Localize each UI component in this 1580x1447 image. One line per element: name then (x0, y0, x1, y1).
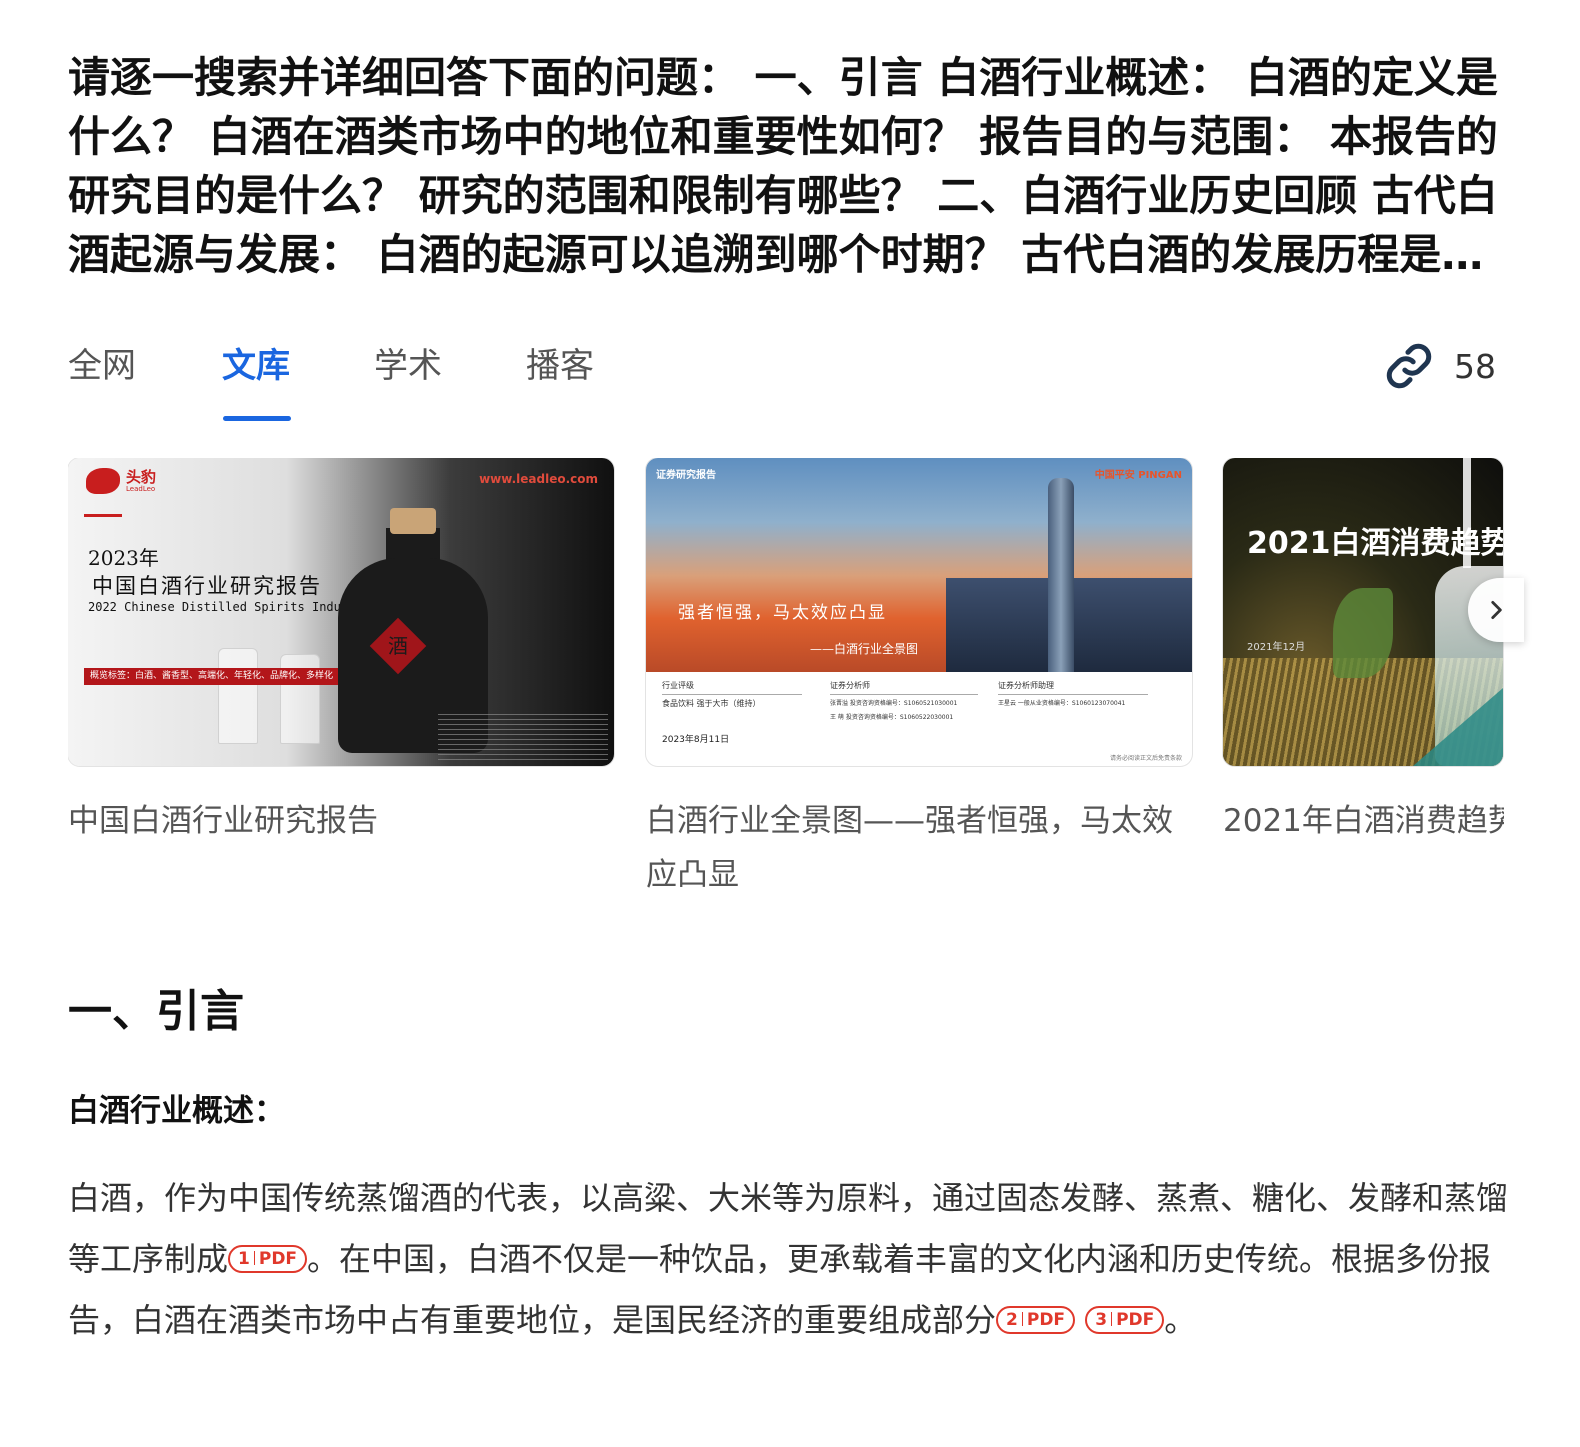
glass-icon (218, 648, 258, 744)
leopard-icon (86, 468, 120, 494)
rating-label: 行业评级 (662, 681, 694, 690)
paragraph-text: 。 (1164, 1301, 1197, 1339)
doc-card-title[interactable]: 中国白酒行业研究报告 (68, 794, 614, 848)
chevron-right-icon (1491, 601, 1502, 619)
tab-library[interactable]: 文库 (222, 340, 290, 392)
thumb-slogan: 强者恒强，马太效应凸显 (678, 603, 887, 623)
thumb-tags: 概览标签：白酒、酱香型、高端化、年轻化、品牌化、多样化 (84, 668, 380, 685)
rating-value: 食品饮料 强于大市（维持） (662, 699, 761, 708)
result-tabs: 全网 文库 学术 播客 58 (68, 340, 1508, 424)
citation-separator (1111, 1312, 1113, 1326)
citation-badge-1[interactable]: 1 PDF (228, 1245, 308, 1273)
logo-text: 头豹 (126, 467, 157, 486)
citation-label: PDF (1026, 1310, 1066, 1330)
divider (662, 694, 802, 695)
tab-academic[interactable]: 学术 (374, 340, 442, 392)
citation-separator (1021, 1312, 1023, 1326)
thumb-year: 2023年 (88, 546, 159, 570)
doc-card[interactable]: 2021白酒消费趋势 2021年12月 2021年白酒消费趋势 (1223, 458, 1504, 848)
citation-label: PDF (1116, 1310, 1155, 1330)
divider (830, 694, 978, 695)
divider (84, 514, 122, 517)
source-count-button[interactable]: 58 (1384, 340, 1496, 392)
citation-badge-2[interactable]: 2 PDF (996, 1306, 1076, 1334)
citation-separator (253, 1251, 255, 1265)
fine-print (438, 712, 608, 760)
citation-label: PDF (258, 1249, 298, 1269)
answer-paragraph: 白酒，作为中国传统蒸馏酒的代表，以高粱、大米等为原料，通过固态发酵、蒸煮、糖化、… (68, 1168, 1508, 1351)
cork (390, 508, 436, 534)
thumb-site: www.leadleo.com (479, 472, 598, 486)
link-icon (1386, 343, 1432, 389)
pingan-logo: 中国平安 PINGAN (1094, 470, 1182, 481)
assistant-1: 王星云 一般从业资格编号：S1060123070041 (998, 700, 1126, 707)
thumb-title: 2021白酒消费趋势 (1247, 526, 1503, 561)
leaf (1333, 588, 1393, 678)
tab-podcast[interactable]: 播客 (526, 340, 594, 392)
source-count: 58 (1454, 346, 1496, 386)
tab-web[interactable]: 全网 (68, 340, 136, 392)
analyst-label: 证券分析师 (830, 681, 870, 690)
citation-number: 1 (238, 1249, 250, 1269)
divider (998, 694, 1148, 695)
doc-thumbnail: 证券研究报告 中国平安 PINGAN 强者恒强，马太效应凸显 ——白酒行业全景图… (646, 458, 1192, 766)
doc-card[interactable]: 证券研究报告 中国平安 PINGAN 强者恒强，马太效应凸显 ——白酒行业全景图… (646, 458, 1192, 902)
assistant-label: 证券分析师助理 (998, 681, 1054, 690)
tower (1048, 478, 1074, 672)
section-heading: 一、引言 (68, 986, 244, 1037)
analyst-2: 王 萌 投资咨询资格编号：S1060522030001 (830, 714, 954, 721)
thumb-title: 中国白酒行业研究报告 (92, 574, 322, 598)
citation-number: 2 (1006, 1310, 1018, 1330)
doc-thumbnail: 头豹 LeadLeo www.leadleo.com 2023年 中国白酒行业研… (68, 458, 614, 766)
doc-card-title[interactable]: 白酒行业全景图——强者恒强，马太效应凸显 (646, 794, 1192, 902)
thumb-footer: 请务必阅读正文后免责条款 (1109, 755, 1182, 762)
analyst-1: 张晋溢 投资咨询资格编号：S1060521030001 (830, 700, 958, 707)
thumb-date: 2021年12月 (1247, 642, 1306, 653)
doc-card-title[interactable]: 2021年白酒消费趋势 (1223, 794, 1504, 848)
thumb-subtitle: ——白酒行业全景图 (810, 642, 919, 656)
question-title: 请逐一搜索并详细回答下面的问题： 一、引言 白酒行业概述： 白酒的定义是什么？ … (68, 53, 1498, 279)
thumb-header: 证券研究报告 (656, 470, 716, 481)
citation-number: 3 (1095, 1310, 1108, 1330)
doc-card[interactable]: 头豹 LeadLeo www.leadleo.com 2023年 中国白酒行业研… (68, 458, 614, 848)
doc-thumbnail: 2021白酒消费趋势 2021年12月 (1223, 458, 1503, 766)
citation-badge-3[interactable]: 3 PDF (1085, 1306, 1165, 1334)
leadleo-logo: 头豹 LeadLeo (86, 468, 156, 494)
document-carousel: 头豹 LeadLeo www.leadleo.com 2023年 中国白酒行业研… (68, 458, 1504, 908)
section-subheading: 白酒行业概述： (68, 1093, 285, 1129)
active-tab-indicator (223, 416, 291, 421)
carousel-next-button[interactable] (1468, 578, 1524, 642)
thumb-date: 2023年8月11日 (662, 735, 730, 745)
logo-subtext: LeadLeo (126, 484, 156, 493)
seal-text: 酒 (388, 634, 408, 658)
